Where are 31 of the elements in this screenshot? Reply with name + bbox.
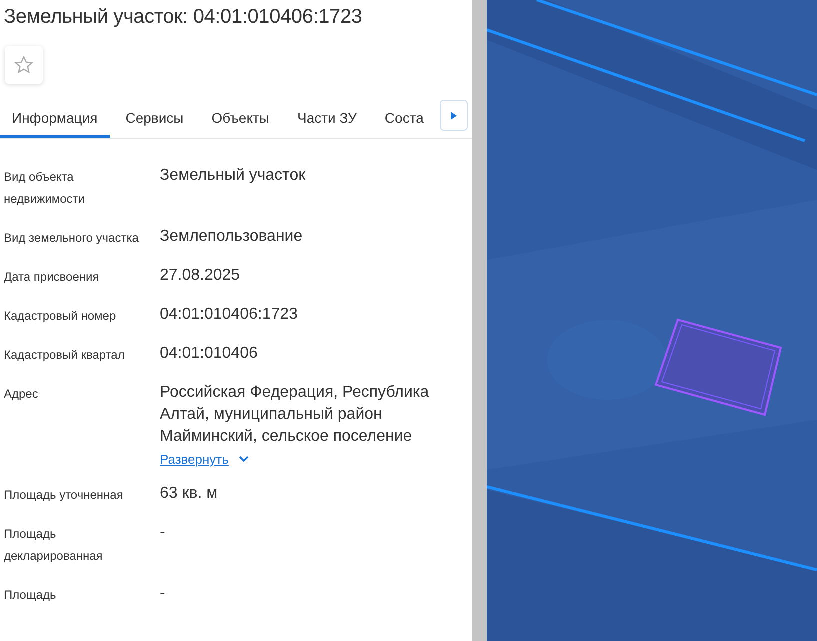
tab[interactable]: Информация [0, 102, 110, 138]
field-label: Площадь уточненная [4, 487, 124, 504]
star-icon [14, 55, 34, 75]
field-label: Площадь декларированная [4, 526, 104, 565]
field-label: Вид объекта недвижимости [4, 169, 86, 208]
tab[interactable]: Части ЗУ [285, 102, 369, 138]
scrollbar[interactable] [472, 0, 487, 641]
field-value: 04:01:010406:1723 [160, 305, 299, 325]
field-value: Землепользование [160, 227, 304, 247]
page-title: Земельный участок: 04:01:010406:1723 [4, 6, 364, 29]
expand-link[interactable]: Развернуть [160, 452, 229, 467]
scroll-tabs-button[interactable] [440, 100, 468, 131]
field-label: Адрес [4, 386, 40, 403]
field-label: Вид земельного участка [4, 230, 140, 247]
field-value: - [160, 584, 166, 604]
caret-icon [451, 112, 457, 120]
field-label: Дата присвоения [4, 269, 100, 286]
field-value: Земельный участок [160, 166, 307, 186]
tab[interactable]: Соста [372, 102, 436, 138]
field-value: 27.08.2025 [160, 266, 242, 286]
field-value: - [160, 523, 166, 543]
field-value: Российская Федерация, Республика Алтай, муниципальный район Майминский, сельское поселение [160, 383, 430, 447]
field-label: Кадастровый квартал [4, 347, 126, 364]
chevron-down-icon [238, 456, 249, 463]
tab[interactable]: Объекты [200, 102, 282, 138]
field-label: Кадастровый номер [4, 308, 118, 325]
field-value: 04:01:010406 [160, 344, 259, 364]
field-label: Площадь [4, 587, 58, 604]
tab[interactable]: Сервисы [114, 102, 196, 138]
favorite-button[interactable] [5, 46, 43, 84]
field-value: 63 кв. м [160, 484, 219, 504]
